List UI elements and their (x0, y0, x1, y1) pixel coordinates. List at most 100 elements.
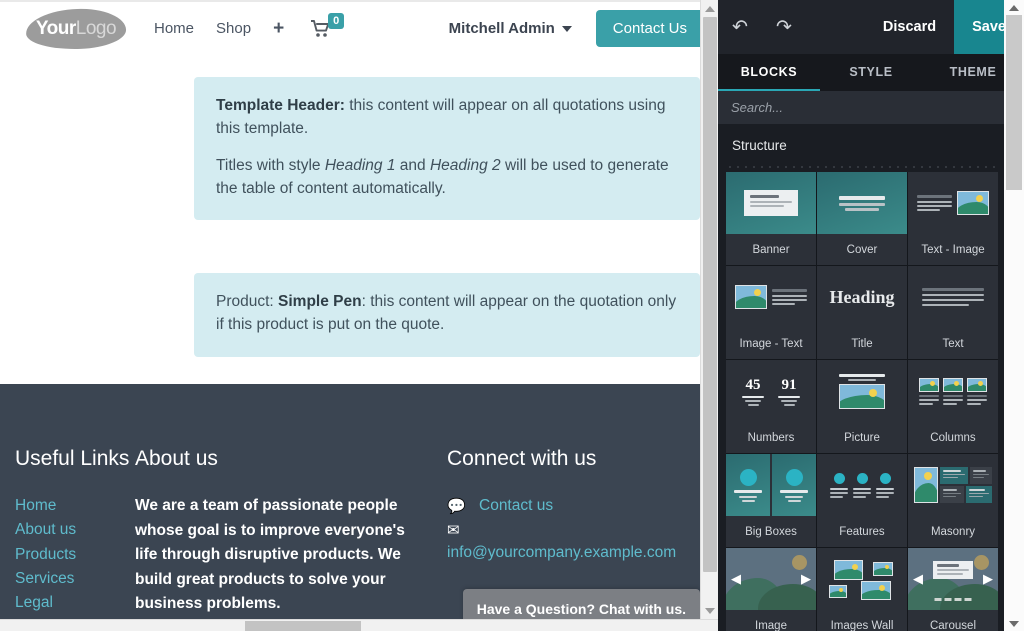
block-columns-thumb (908, 360, 998, 422)
website-page: YourLogo Home Shop + 0 Mitchell Admin (0, 0, 718, 631)
block-title[interactable]: Heading Title (817, 266, 907, 359)
template-header-block[interactable]: Template Header: this content will appea… (194, 77, 700, 220)
editor-blocks-body: Structure Banner (718, 124, 1024, 631)
preview-scroll-thumb[interactable] (703, 17, 717, 572)
block-text[interactable]: Text (908, 266, 998, 359)
block-title-label: Title (817, 328, 907, 359)
footer-contact-row[interactable]: 💬 Contact us (447, 494, 718, 517)
preview-vertical-scrollbar[interactable] (700, 0, 718, 619)
section-dotted-separator (726, 163, 998, 169)
site-footer: Useful Links Home About us Products Serv… (0, 384, 718, 631)
preview-hscroll-thumb[interactable] (245, 621, 361, 631)
footer-link-products[interactable]: Products (15, 543, 135, 567)
envelope-icon: ✉ (447, 521, 464, 539)
block-picture[interactable]: Picture (817, 360, 907, 453)
preview-horizontal-scrollbar[interactable] (0, 619, 718, 631)
tab-style[interactable]: STYLE (820, 54, 922, 91)
editor-toolbar: ↶ ↷ Discard Save (718, 0, 1024, 54)
block-big-boxes-thumb (726, 454, 816, 516)
footer-contact-us-link[interactable]: Contact us (479, 494, 553, 517)
editor-tabs: BLOCKS STYLE THEME (718, 54, 1024, 91)
chevron-right-icon: ▶ (801, 571, 811, 587)
block-image-text-label: Image - Text (726, 328, 816, 359)
block-carousel-thumb: ◀ ▶ (908, 548, 998, 610)
block-features[interactable]: Features (817, 454, 907, 547)
block-text-image-thumb (908, 172, 998, 234)
undo-icon[interactable]: ↶ (718, 0, 762, 54)
block-columns[interactable]: Columns (908, 360, 998, 453)
block-title-thumb: Heading (817, 266, 907, 328)
block-picture-label: Picture (817, 422, 907, 453)
page-content: Template Header: this content will appea… (0, 55, 718, 357)
footer-email-row[interactable]: ✉ info@yourcompany.example.com (447, 521, 718, 564)
block-title-art-text: Heading (829, 287, 894, 308)
block-masonry[interactable]: Masonry (908, 454, 998, 547)
template-header-paragraph-2: Titles with style Heading 1 and Heading … (216, 154, 678, 201)
chevron-down-icon (562, 26, 572, 32)
heading-2-emphasis: Heading 2 (430, 157, 501, 174)
product-label: Product: (216, 293, 278, 310)
block-big-boxes-label: Big Boxes (726, 516, 816, 547)
block-big-boxes[interactable]: Big Boxes (726, 454, 816, 547)
block-image-label: Image (726, 610, 816, 631)
footer-link-home[interactable]: Home (15, 494, 135, 518)
nav-link-shop[interactable]: Shop (216, 20, 251, 37)
editor-scroll-down-arrow[interactable] (1004, 616, 1024, 631)
block-images-wall-thumb (817, 548, 907, 610)
block-carousel[interactable]: ◀ ▶ Carousel (908, 548, 998, 631)
add-page-plus-icon[interactable]: + (273, 19, 284, 38)
footer-link-services[interactable]: Services (15, 567, 135, 591)
editor-vertical-scrollbar[interactable] (1004, 0, 1024, 631)
nav-link-home[interactable]: Home (154, 20, 194, 37)
block-carousel-label: Carousel (908, 610, 998, 631)
preview-scroll-up-arrow[interactable] (701, 0, 718, 17)
blocks-grid: Banner Cover (726, 172, 998, 631)
website-preview: YourLogo Home Shop + 0 Mitchell Admin (0, 0, 718, 631)
block-images-wall-label: Images Wall (817, 610, 907, 631)
block-text-image[interactable]: Text - Image (908, 172, 998, 265)
heading-1-emphasis: Heading 1 (325, 157, 396, 174)
template-header-label: Template Header: (216, 97, 345, 114)
template-header-paragraph-1: Template Header: this content will appea… (216, 94, 678, 141)
user-menu[interactable]: Mitchell Admin (449, 20, 572, 37)
tab-blocks[interactable]: BLOCKS (718, 54, 820, 91)
blocks-scroll-area: Structure Banner (726, 124, 998, 631)
discard-button[interactable]: Discard (865, 0, 954, 54)
editor-scroll-thumb[interactable] (1006, 15, 1022, 190)
block-images-wall[interactable]: Images Wall (817, 548, 907, 631)
redo-icon[interactable]: ↷ (762, 0, 806, 54)
block-banner[interactable]: Banner (726, 172, 816, 265)
block-text-label: Text (908, 328, 998, 359)
block-cover-label: Cover (817, 234, 907, 265)
headings-note-pre: Titles with style (216, 157, 325, 174)
block-image[interactable]: ◀ ▶ Image (726, 548, 816, 631)
footer-email-link[interactable]: info@yourcompany.example.com (447, 541, 718, 564)
footer-column-about: About us We are a team of passionate peo… (135, 446, 405, 617)
block-text-thumb (908, 266, 998, 328)
block-banner-label: Banner (726, 234, 816, 265)
logo-text-light: Logo (76, 19, 116, 38)
block-image-thumb: ◀ ▶ (726, 548, 816, 610)
cart-button[interactable]: 0 (310, 19, 344, 39)
chat-bubble-icon: 💬 (447, 497, 464, 515)
block-numbers[interactable]: 45 91 (726, 360, 816, 453)
editor-search-bar (718, 91, 1024, 124)
site-logo[interactable]: YourLogo (26, 9, 126, 49)
footer-link-legal[interactable]: Legal (15, 591, 135, 615)
footer-link-about-us[interactable]: About us (15, 518, 135, 542)
contact-us-button[interactable]: Contact Us (596, 10, 704, 47)
footer-column-useful-links: Useful Links Home About us Products Serv… (15, 446, 135, 617)
block-image-text[interactable]: Image - Text (726, 266, 816, 359)
block-features-thumb (817, 454, 907, 516)
search-input[interactable] (731, 100, 1011, 115)
block-cover[interactable]: Cover (817, 172, 907, 265)
preview-scroll-down-arrow[interactable] (701, 602, 718, 619)
editor-scroll-up-arrow[interactable] (1004, 0, 1024, 15)
website-editor-panel: ↶ ↷ Discard Save BLOCKS STYLE THEME Stru… (718, 0, 1024, 631)
footer-about-title: About us (135, 446, 405, 472)
carousel-indicator-dots (935, 598, 972, 601)
block-numbers-thumb: 45 91 (726, 360, 816, 422)
product-block[interactable]: Product: Simple Pen: this content will a… (194, 273, 700, 357)
footer-about-text: We are a team of passionate people whose… (135, 494, 405, 616)
block-cover-thumb (817, 172, 907, 234)
